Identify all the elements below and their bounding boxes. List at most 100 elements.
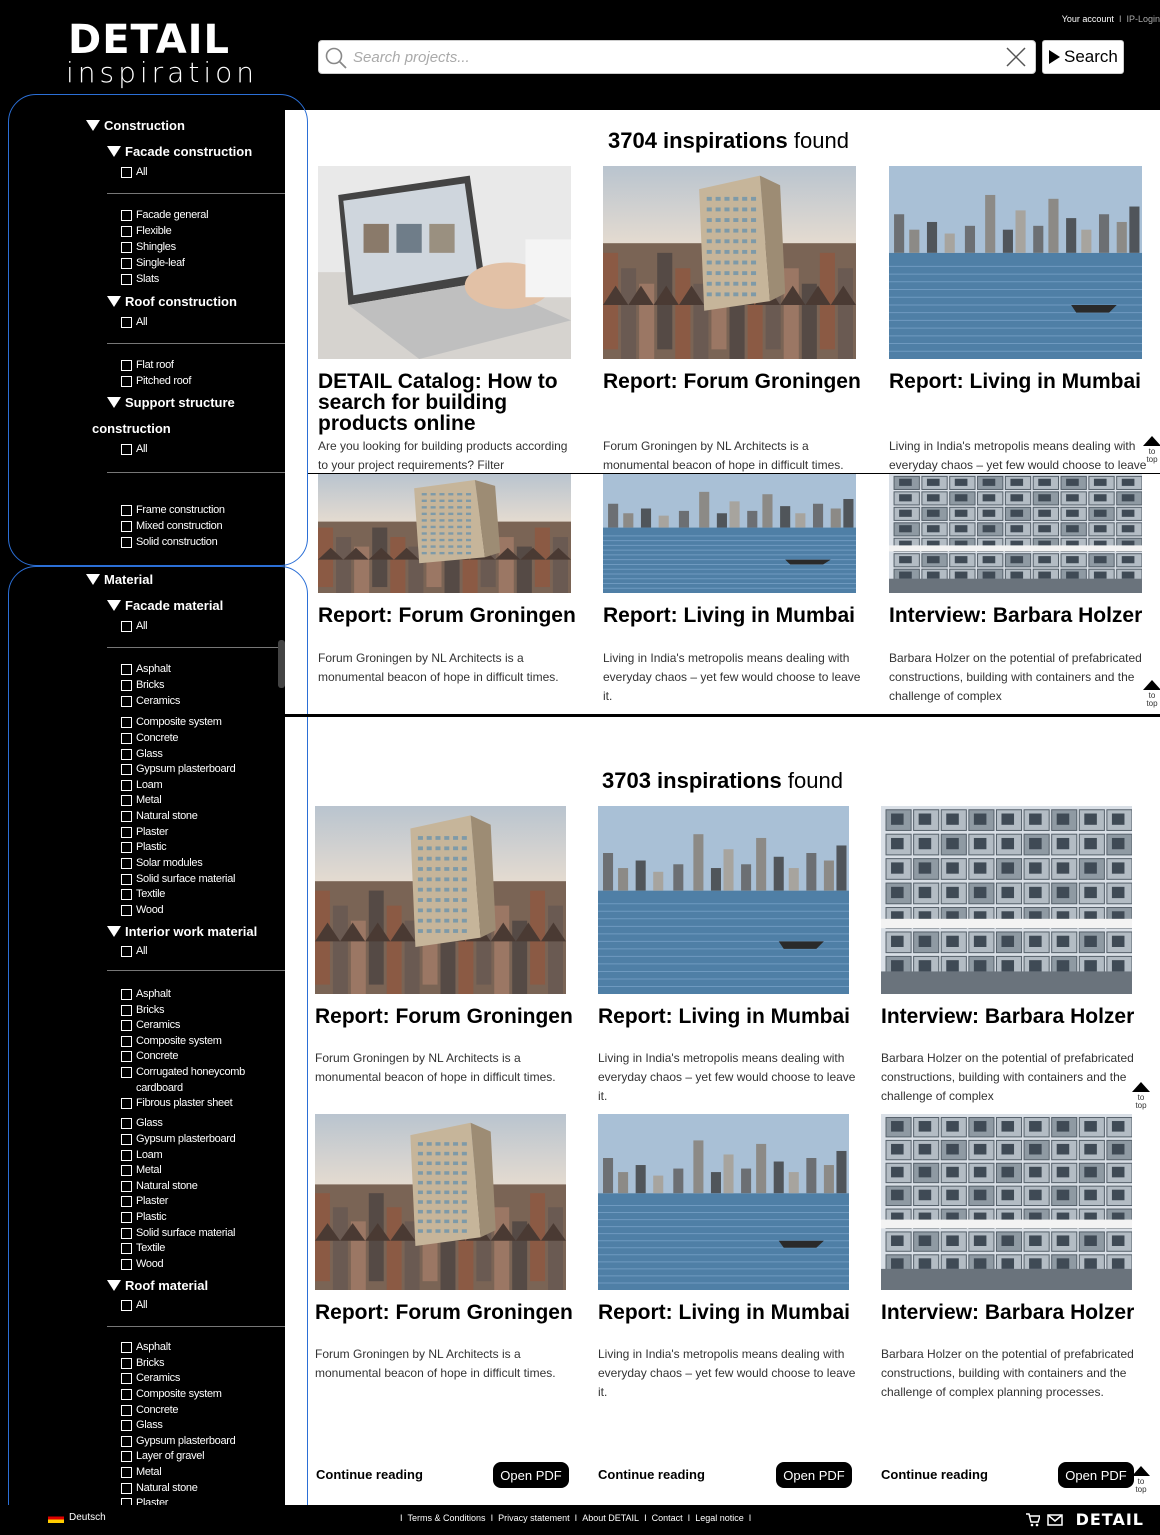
- checkbox-icon[interactable]: [121, 257, 132, 269]
- open-pdf-button[interactable]: Open PDF: [1058, 1462, 1134, 1488]
- filter-checkbox[interactable]: Textile: [121, 888, 165, 900]
- filter-checkbox[interactable]: Gypsum plasterboard: [121, 763, 236, 775]
- filter-checkbox[interactable]: Solar modules: [121, 857, 203, 869]
- card-title[interactable]: Report: Forum Groningen: [603, 371, 863, 392]
- card-title[interactable]: DETAIL Catalog: How to search for buildi…: [318, 371, 578, 434]
- filter-checkbox[interactable]: Flexible: [121, 225, 172, 237]
- checkbox-icon[interactable]: [121, 1388, 132, 1400]
- card-title[interactable]: Report: Living in Mumbai: [603, 605, 863, 626]
- checkbox-icon[interactable]: [121, 1450, 132, 1462]
- checkbox-icon[interactable]: [121, 794, 132, 806]
- checkbox-icon[interactable]: [121, 1180, 132, 1192]
- filter-checkbox[interactable]: Pitched roof: [121, 375, 191, 387]
- checkbox-icon[interactable]: [121, 1227, 132, 1239]
- card-title[interactable]: Report: Living in Mumbai: [598, 1006, 858, 1027]
- to-top-button[interactable]: to top: [1141, 680, 1160, 708]
- checkbox-icon[interactable]: [121, 1195, 132, 1207]
- logo-inspiration[interactable]: inspiration: [66, 58, 258, 88]
- checkbox-icon[interactable]: [121, 1435, 132, 1447]
- checkbox-icon[interactable]: [121, 716, 132, 728]
- filter-checkbox[interactable]: Concrete: [121, 1050, 179, 1062]
- checkbox-icon[interactable]: [121, 1019, 132, 1031]
- filter-group-material[interactable]: Material: [86, 572, 153, 587]
- checkbox-icon[interactable]: [121, 359, 132, 371]
- filter-checkbox[interactable]: Wood: [121, 1258, 164, 1270]
- filter-subgroup-roof-material[interactable]: Roof material: [107, 1278, 208, 1293]
- checkbox-icon[interactable]: [121, 1050, 132, 1062]
- filter-checkbox[interactable]: Textile: [121, 1242, 165, 1254]
- checkbox-icon[interactable]: [121, 1299, 132, 1311]
- filter-checkbox[interactable]: Solid surface material: [121, 1227, 235, 1239]
- footer-logo[interactable]: DETAIL: [1076, 1510, 1144, 1529]
- language-switch[interactable]: Deutsch: [48, 1512, 106, 1523]
- checkbox-icon[interactable]: [121, 945, 132, 957]
- search-button[interactable]: Search: [1042, 40, 1124, 74]
- card-image-holzer[interactable]: [889, 474, 1142, 593]
- filter-checkbox[interactable]: Layer of gravel: [121, 1450, 205, 1462]
- filter-subgroup-roof-construction[interactable]: Roof construction: [107, 294, 237, 309]
- footer-link[interactable]: Terms & Conditions: [408, 1513, 486, 1523]
- checkbox-icon[interactable]: [121, 1004, 132, 1016]
- checkbox-icon[interactable]: [121, 873, 132, 885]
- to-top-button[interactable]: to top: [1130, 1082, 1152, 1110]
- filter-checkbox[interactable]: Plaster: [121, 1195, 168, 1207]
- filter-checkbox[interactable]: Frame construction: [121, 504, 225, 516]
- to-top-button[interactable]: to top: [1130, 1466, 1152, 1494]
- checkbox-icon[interactable]: [121, 1149, 132, 1161]
- filter-checkbox[interactable]: Ceramics: [121, 695, 180, 707]
- checkbox-icon[interactable]: [121, 1372, 132, 1384]
- filter-checkbox[interactable]: Loam: [121, 779, 163, 791]
- checkbox-icon[interactable]: [121, 504, 132, 516]
- card-image-groningen[interactable]: [318, 474, 571, 593]
- filter-checkbox[interactable]: All: [121, 1299, 148, 1311]
- checkbox-icon[interactable]: [121, 1341, 132, 1353]
- checkbox-icon[interactable]: [121, 1466, 132, 1478]
- filter-checkbox[interactable]: Composite system: [121, 1035, 222, 1047]
- filter-checkbox[interactable]: Slats: [121, 273, 159, 285]
- card-image-mumbai[interactable]: [603, 474, 856, 593]
- open-pdf-button[interactable]: Open PDF: [493, 1462, 569, 1488]
- filter-checkbox[interactable]: Plaster: [121, 826, 168, 838]
- filter-checkbox[interactable]: Single-leaf: [121, 257, 185, 269]
- continue-reading-link[interactable]: Continue reading: [316, 1467, 423, 1482]
- checkbox-icon[interactable]: [121, 888, 132, 900]
- card-image-holzer[interactable]: [881, 806, 1132, 994]
- filter-checkbox[interactable]: Natural stone: [121, 1180, 198, 1192]
- card-image-mumbai[interactable]: [889, 166, 1142, 359]
- filter-checkbox[interactable]: All: [121, 443, 148, 455]
- card-image-laptop[interactable]: [318, 166, 571, 359]
- filter-subgroup-interior-material[interactable]: Interior work material: [107, 924, 257, 939]
- card-title[interactable]: Report: Living in Mumbai: [889, 371, 1149, 392]
- filter-subgroup-facade-construction[interactable]: Facade construction: [107, 144, 252, 159]
- checkbox-icon[interactable]: [121, 241, 132, 253]
- ip-login-link[interactable]: IP-Login: [1126, 14, 1160, 24]
- checkbox-icon[interactable]: [121, 1066, 132, 1078]
- filter-checkbox[interactable]: All: [121, 166, 148, 178]
- cart-icon[interactable]: [1026, 1513, 1040, 1527]
- filter-checkbox[interactable]: Metal: [121, 1164, 162, 1176]
- checkbox-icon[interactable]: [121, 748, 132, 760]
- checkbox-icon[interactable]: [121, 536, 132, 548]
- continue-reading-link[interactable]: Continue reading: [598, 1467, 705, 1482]
- card-title[interactable]: Report: Forum Groningen: [315, 1302, 575, 1323]
- checkbox-icon[interactable]: [121, 810, 132, 822]
- checkbox-icon[interactable]: [121, 375, 132, 387]
- checkbox-icon[interactable]: [121, 1357, 132, 1369]
- card-title[interactable]: Report: Living in Mumbai: [598, 1302, 858, 1323]
- filter-checkbox[interactable]: Ceramics: [121, 1019, 180, 1031]
- filter-checkbox[interactable]: Gypsum plasterboard: [121, 1435, 236, 1447]
- checkbox-icon[interactable]: [121, 1164, 132, 1176]
- filter-checkbox[interactable]: Concrete: [121, 1404, 179, 1416]
- card-image-groningen[interactable]: [315, 806, 566, 994]
- filter-checkbox[interactable]: Bricks: [121, 1357, 164, 1369]
- filter-checkbox[interactable]: Plastic: [121, 841, 167, 853]
- checkbox-icon[interactable]: [121, 904, 132, 916]
- filter-checkbox[interactable]: Gypsum plasterboard: [121, 1133, 236, 1145]
- checkbox-icon[interactable]: [121, 857, 132, 869]
- footer-link[interactable]: Contact: [652, 1513, 683, 1523]
- checkbox-icon[interactable]: [121, 779, 132, 791]
- filter-checkbox[interactable]: Glass: [121, 1117, 163, 1129]
- checkbox-icon[interactable]: [121, 679, 132, 691]
- filter-checkbox[interactable]: Corrugated honeycomb: [121, 1066, 245, 1078]
- filter-checkbox[interactable]: Fibrous plaster sheet: [121, 1097, 233, 1109]
